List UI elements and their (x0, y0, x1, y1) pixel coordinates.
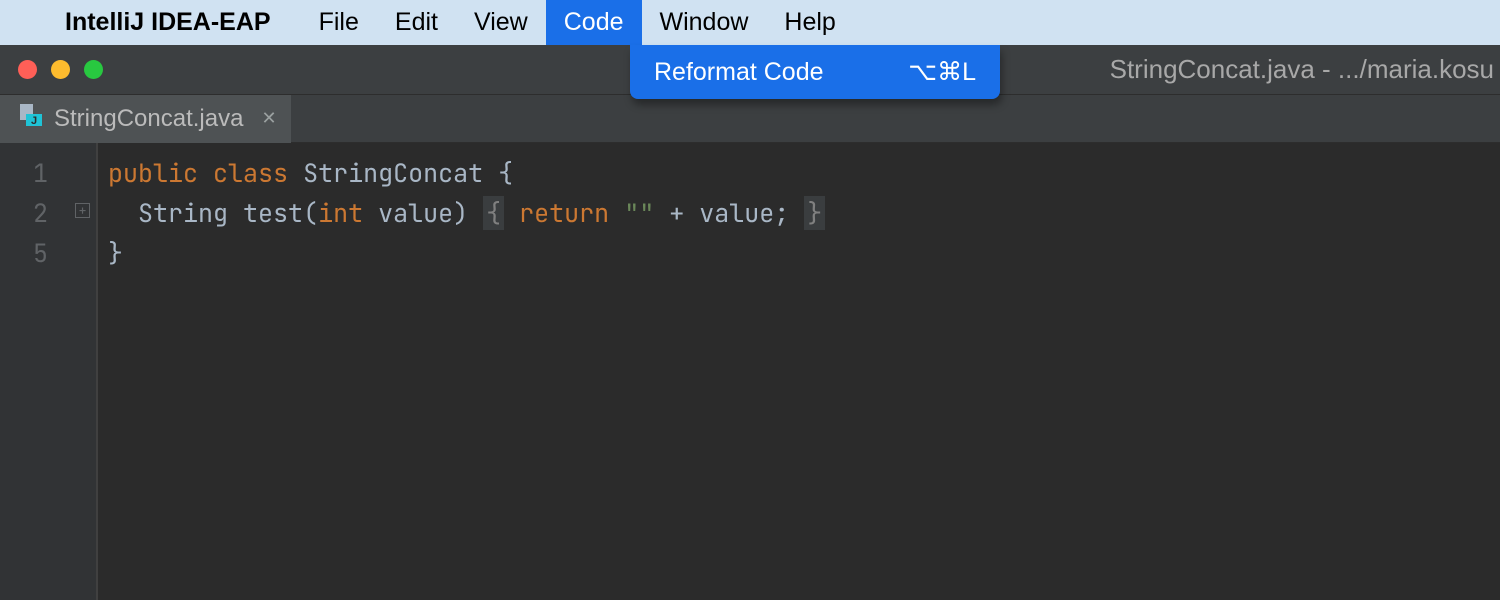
menu-edit[interactable]: Edit (377, 0, 456, 45)
fold-expand-icon[interactable]: + (75, 203, 90, 218)
line-number: 1 (0, 153, 96, 193)
menu-help[interactable]: Help (766, 0, 853, 45)
dropdown-label: Reformat Code (654, 58, 824, 87)
editor-tabbar: J StringConcat.java ✕ (0, 95, 1500, 143)
app-name[interactable]: IntelliJ IDEA-EAP (65, 8, 291, 37)
indent-guide (96, 143, 98, 600)
line-gutter: 1 2 + 5 (0, 143, 96, 600)
code-menu-dropdown: Reformat Code ⌥⌘L (630, 45, 1000, 99)
line-number: 2 + (0, 193, 96, 233)
window-title: StringConcat.java - .../maria.kosu (1110, 54, 1500, 85)
java-class-file-icon: J (20, 104, 42, 133)
code-area[interactable]: public class StringConcat { String test(… (96, 143, 825, 600)
close-tab-icon[interactable]: ✕ (255, 108, 276, 129)
code-line: String test(int value) { return "" + val… (108, 193, 825, 233)
minimize-window-icon[interactable] (51, 60, 70, 79)
zoom-window-icon[interactable] (84, 60, 103, 79)
menu-window[interactable]: Window (642, 0, 767, 45)
macos-menubar: IntelliJ IDEA-EAP File Edit View Code Wi… (0, 0, 1500, 45)
dropdown-shortcut: ⌥⌘L (908, 57, 976, 87)
code-editor[interactable]: 1 2 + 5 public class StringConcat { Stri… (0, 143, 1500, 600)
close-window-icon[interactable] (18, 60, 37, 79)
svg-text:J: J (31, 115, 37, 126)
menu-item-reformat-code[interactable]: Reformat Code ⌥⌘L (630, 53, 1000, 91)
code-line: public class StringConcat { (108, 153, 825, 193)
menu-code[interactable]: Code (546, 0, 642, 45)
window-controls (0, 60, 103, 79)
code-line: } (108, 233, 825, 273)
file-tab[interactable]: J StringConcat.java ✕ (0, 95, 291, 143)
file-tab-label: StringConcat.java (54, 105, 243, 133)
line-number: 5 (0, 233, 96, 273)
menu-file[interactable]: File (301, 0, 377, 45)
menu-view[interactable]: View (456, 0, 546, 45)
